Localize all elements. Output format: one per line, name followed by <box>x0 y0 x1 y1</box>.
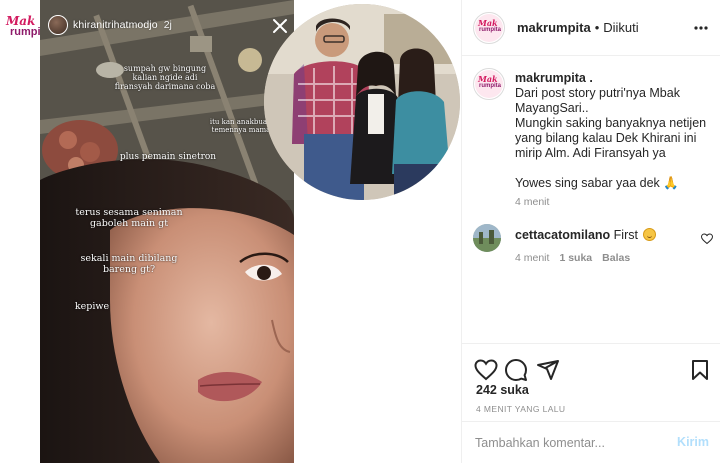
comment-item: cettacatomilano First 4 menit 1 suka Bal… <box>473 224 713 268</box>
story-avatar <box>48 15 68 35</box>
header-username[interactable]: makrumpita <box>517 20 591 35</box>
header-avatar[interactable]: Mak rumpita <box>473 11 505 44</box>
story-header: khiranitrihatmodjo 2j <box>48 12 288 38</box>
comment-icon[interactable] <box>504 358 528 382</box>
avatar-logo: Mak rumpita <box>475 13 503 42</box>
post-image[interactable]: Mak rumpita khiranitrihatmodjo 2j sumpah… <box>0 0 462 463</box>
folded-hands-emoji: 🙏 <box>663 176 679 190</box>
comment-likes[interactable]: 1 suka <box>559 252 592 264</box>
smile-emoji-icon <box>643 228 657 241</box>
comment-time[interactable]: 4 menit <box>515 252 549 264</box>
follow-status-button[interactable]: Diikuti <box>603 20 638 35</box>
story-text-3: plus pemain sinetron <box>119 152 217 162</box>
family-photo <box>264 4 460 200</box>
header-separator: • <box>594 20 600 35</box>
avatar-logo-rumpita: rumpita <box>479 83 502 89</box>
story-screenshot: khiranitrihatmodjo 2j sumpah gw bingung … <box>40 0 294 463</box>
avatar-logo-rumpita: rumpita <box>479 26 502 33</box>
comment-avatar[interactable] <box>473 224 501 252</box>
caption-username[interactable]: makrumpita . <box>515 71 711 86</box>
heart-icon[interactable] <box>474 358 498 382</box>
caption-body: makrumpita . Dari post story putri'nya M… <box>515 71 711 191</box>
comment-username[interactable]: cettacatomilano <box>515 228 610 242</box>
story-username: khiranitrihatmodjo <box>73 19 158 31</box>
add-comment-bar: Kirim <box>462 421 720 463</box>
post-timestamp[interactable]: 4 MENIT YANG LALU <box>476 404 565 414</box>
caption-avatar[interactable]: Mak rumpita <box>473 68 505 100</box>
share-icon[interactable] <box>536 358 560 382</box>
caption-time[interactable]: 4 menit <box>515 196 549 208</box>
story-text-5: sekali main dibilang bareng gt? <box>80 253 178 275</box>
comment-text: First <box>613 228 638 242</box>
story-text-6: kepiwe <box>74 301 110 312</box>
reply-button[interactable]: Balas <box>602 252 630 264</box>
family-photo-image <box>264 4 460 200</box>
comment-heart-icon[interactable] <box>701 233 713 245</box>
avatar-logo: Mak rumpita <box>475 70 503 98</box>
makrumpita-watermark-logo: Mak rumpita <box>4 14 50 46</box>
bookmark-icon[interactable] <box>688 358 712 382</box>
post-header: Mak rumpita makrumpita • Diikuti <box>462 0 720 56</box>
post-detail-panel: Mak rumpita makrumpita • Diikuti Mak rum… <box>462 0 720 463</box>
caption-text: Dari post story putri'nya Mbak MayangSar… <box>515 86 707 190</box>
post-comment-button[interactable]: Kirim <box>677 435 709 449</box>
comment-content: cettacatomilano First <box>515 228 657 242</box>
story-time: 2j <box>163 19 172 31</box>
close-icon <box>273 19 287 33</box>
caption-text-wrap: Dari post story putri'nya Mbak MayangSar… <box>515 86 711 191</box>
comment-input[interactable] <box>475 434 665 452</box>
likes-count[interactable]: 242 suka <box>476 383 529 397</box>
story-text-4: terus sesama seniman gaboleh main gt <box>75 207 183 229</box>
story-text-1: sumpah gw bingung kalian ngide adi firan… <box>114 64 216 92</box>
more-options-icon[interactable] <box>694 20 708 36</box>
comment-meta: 4 menit 1 suka Balas <box>515 252 630 264</box>
comment-avatar-image <box>473 224 501 252</box>
